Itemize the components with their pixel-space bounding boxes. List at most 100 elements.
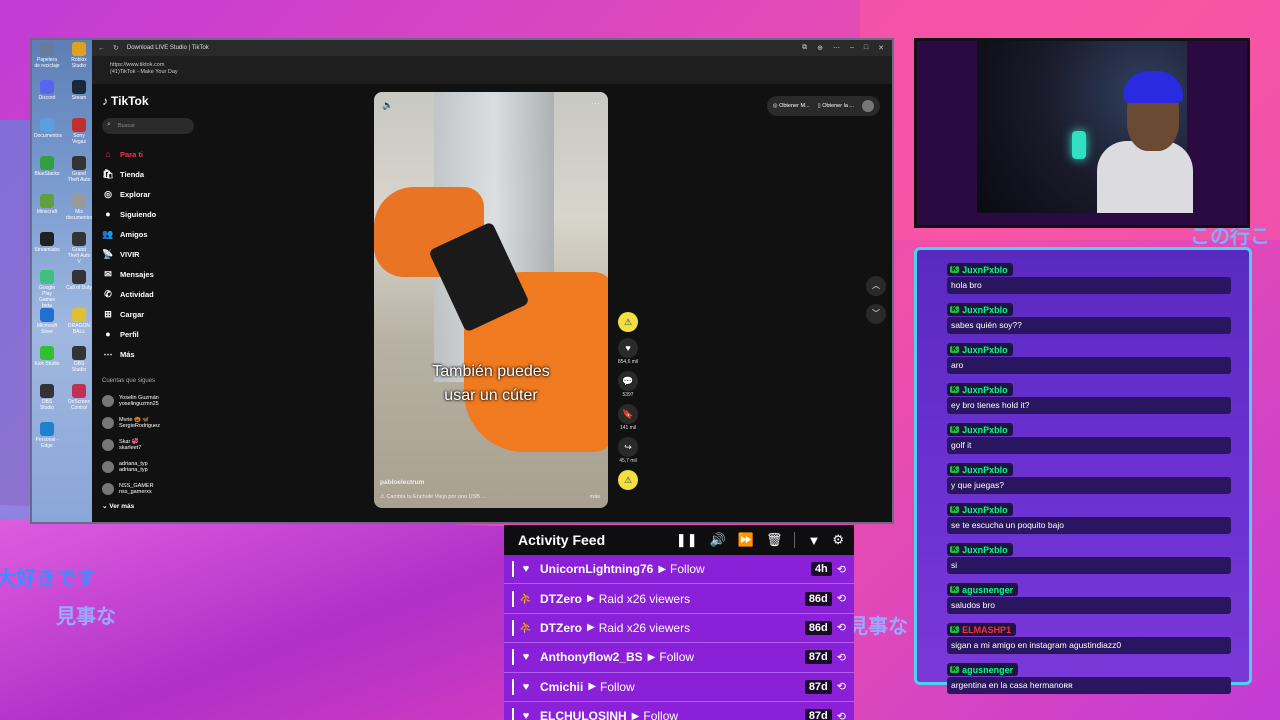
sidebar-item-perfil[interactable]: ● Perfil <box>102 324 204 344</box>
chat-username[interactable]: K JuxnPxblo <box>947 343 1013 356</box>
back-icon[interactable]: ← <box>98 45 105 52</box>
desktop-icon[interactable]: Personal - Edge <box>34 422 60 449</box>
desktop-icon[interactable]: DRAGON BALL <box>66 308 92 335</box>
refresh-icon[interactable]: ↻ <box>113 44 119 52</box>
desktop-icon[interactable]: Kick Studio <box>34 346 60 367</box>
sidebar-item-cargar[interactable]: ⊞ Cargar <box>102 304 204 324</box>
desktop-icon[interactable]: Roblox Studio <box>66 42 92 69</box>
sidebar-item-actividad[interactable]: ✆ Actividad <box>102 284 204 304</box>
feed-row[interactable]: ♥ ELCHULOSINH ▶ Follow 87d ⟲ <box>504 701 854 720</box>
replay-icon[interactable]: ⟲ <box>837 592 846 605</box>
feed-row[interactable]: ♥ Anthonyflow2_BS ▶ Follow 87d ⟲ <box>504 643 854 673</box>
chat-username[interactable]: K JuxnPxblo <box>947 423 1013 436</box>
more-link[interactable]: más <box>590 494 600 500</box>
chat-username[interactable]: K JuxnPxblo <box>947 383 1013 396</box>
chat-username[interactable]: Kagusnenger <box>947 583 1019 596</box>
desktop-icon[interactable]: Streamlabs <box>34 232 60 253</box>
chevron-up-icon[interactable]: ︿ <box>866 276 886 296</box>
address-bar[interactable]: https://www.tiktok.com (41)TikTok - Make… <box>92 56 892 84</box>
more-options-icon[interactable]: ⋯ <box>591 98 600 109</box>
video-author[interactable]: pabloelectrum <box>380 479 424 486</box>
overlay-text: 大好きです <box>0 566 96 590</box>
heart-button[interactable]: ♥ 854,6 mil <box>616 338 640 365</box>
desktop-icon[interactable]: Papelera de reciclaje <box>34 42 60 69</box>
desktop-icon[interactable]: Mis documentos <box>66 194 94 221</box>
desktop-icon[interactable]: Steam <box>66 80 92 101</box>
desktop-icon[interactable]: Sony Vegas <box>66 118 92 145</box>
video-player[interactable]: 🔈 ⋯ También puedes usar un cúter pabloel… <box>374 92 608 508</box>
skip-icon[interactable]: ⏩ <box>738 532 754 548</box>
following-item[interactable]: adriana_typ adriana_typ <box>102 456 204 478</box>
sidebar-item-explorar[interactable]: ◎ Explorar <box>102 184 204 204</box>
desktop-icon[interactable]: OnScreen Control <box>66 384 92 411</box>
gear-icon[interactable]: ⚙ <box>832 532 844 548</box>
get-coins-button[interactable]: ◎ Obtener M... <box>773 103 810 109</box>
avatar[interactable] <box>862 100 874 112</box>
feed-row[interactable]: ♥ UnicornLightning76 ▶ Follow 4h ⟲ <box>504 555 854 585</box>
following-item[interactable]: Mvrie 🎃 🦋 SergieRodriguez <box>102 412 204 434</box>
share-button[interactable]: ↪ 45,7 mil <box>616 437 640 464</box>
chat-username[interactable]: K JuxnPxblo <box>947 463 1013 476</box>
heart-icon: ♥ <box>522 651 530 664</box>
search-input[interactable]: ⌕ Buscar <box>102 118 194 134</box>
search-icon: ⌕ <box>107 121 111 128</box>
pause-icon[interactable]: ❚❚ <box>676 532 698 548</box>
chat-username[interactable]: K JuxnPxblo <box>947 503 1013 516</box>
extensions-icon[interactable]: ⊕ <box>817 44 823 52</box>
see-more-link[interactable]: ⌄ Ver más <box>102 502 204 510</box>
bookmark-button[interactable]: 🔖 141 mil <box>616 404 640 431</box>
replay-icon[interactable]: ⟲ <box>837 651 846 664</box>
desktop-icon[interactable]: Documentos <box>34 118 62 139</box>
close-button[interactable]: ✕ <box>878 44 884 52</box>
sidebar-item-tienda[interactable]: 🛍 Tienda <box>102 164 204 184</box>
desktop-icon[interactable]: Call of Duty <box>66 270 92 291</box>
sidebar-item-m-s[interactable]: ⋯ Más <box>102 344 204 364</box>
tiktok-logo[interactable]: ♪ TikTok <box>102 94 204 108</box>
maximize-button[interactable]: □ <box>864 44 868 52</box>
feed-row[interactable]: ⛹ DTZero ▶ Raid x26 viewers 86d ⟲ <box>504 613 854 644</box>
desktop-icon[interactable]: BlueStacks <box>34 156 60 177</box>
filter-icon[interactable]: ▼ <box>807 533 820 548</box>
desktop-icon[interactable]: Minecraft <box>34 194 60 215</box>
sound-disc[interactable]: ⚠ <box>616 470 640 490</box>
replay-icon[interactable]: ⟲ <box>837 710 846 720</box>
sidebar-item-mensajes[interactable]: ✉ Mensajes <box>102 264 204 284</box>
minimize-button[interactable]: – <box>850 44 854 52</box>
get-app-button[interactable]: ▯ Obtener la ... <box>818 103 854 109</box>
share-icon[interactable]: ⧉ <box>802 44 807 52</box>
streamer <box>1123 71 1183 103</box>
following-item[interactable]: NSS_GAMER nss_gamerxx <box>102 478 204 500</box>
desktop-icon[interactable]: OBS Studio <box>34 384 60 411</box>
volume-icon[interactable]: 🔊 <box>710 532 726 548</box>
feed-row[interactable]: ⛹ DTZero ▶ Raid x26 viewers 86d ⟲ <box>504 584 854 614</box>
desktop-icon[interactable]: OBS Studio <box>66 346 92 373</box>
menu-icon[interactable]: ⋯ <box>833 44 840 52</box>
sidebar-item-vivir[interactable]: 📡 VIVIR <box>102 244 204 264</box>
replay-icon[interactable]: ⟲ <box>837 563 846 576</box>
chat-username[interactable]: K JuxnPxblo <box>947 543 1013 556</box>
following-item[interactable]: Yoselin Guzmán yoselinguzmn25 <box>102 390 204 412</box>
chat-username[interactable]: K JuxnPxblo <box>947 303 1013 316</box>
sidebar-item-amigos[interactable]: 👥 Amigos <box>102 224 204 244</box>
desktop-icon-label: Mis documentos <box>66 209 94 221</box>
trash-icon[interactable]: 🗑 <box>766 532 783 548</box>
desktop-icon[interactable]: Grand Theft Auto <box>66 156 92 183</box>
sidebar-item-para-ti[interactable]: ⌂ Para ti <box>102 144 204 164</box>
desktop-icon[interactable]: Microsoft Store <box>34 308 60 335</box>
chevron-down-icon[interactable]: ﹀ <box>866 304 886 324</box>
chat-username[interactable]: K ELMASHP1 <box>947 623 1017 636</box>
replay-icon[interactable]: ⟲ <box>837 621 846 634</box>
sidebar-item-siguiendo[interactable]: ● Siguiendo <box>102 204 204 224</box>
comment-button[interactable]: 💬 5397 <box>616 371 640 398</box>
chat-username[interactable]: K JuxnPxblo <box>947 263 1013 276</box>
feed-row[interactable]: ♥ Cmichii ▶ Follow 87d ⟲ <box>504 672 854 702</box>
following-item[interactable]: Skar 💞 skarleet7 <box>102 434 204 456</box>
replay-icon[interactable]: ⟲ <box>837 680 846 693</box>
chat-username[interactable]: Kagusnenger <box>947 663 1019 676</box>
desktop-icon[interactable]: Discord <box>34 80 60 101</box>
desktop-icon[interactable]: Google Play Games beta <box>34 270 60 309</box>
sidebar-item-label: Siguiendo <box>120 209 157 219</box>
volume-icon[interactable]: 🔈 <box>382 100 393 111</box>
desktop-icon[interactable]: Grand Theft Auto V <box>66 232 92 265</box>
author-avatar[interactable]: ⚠ <box>616 312 640 332</box>
